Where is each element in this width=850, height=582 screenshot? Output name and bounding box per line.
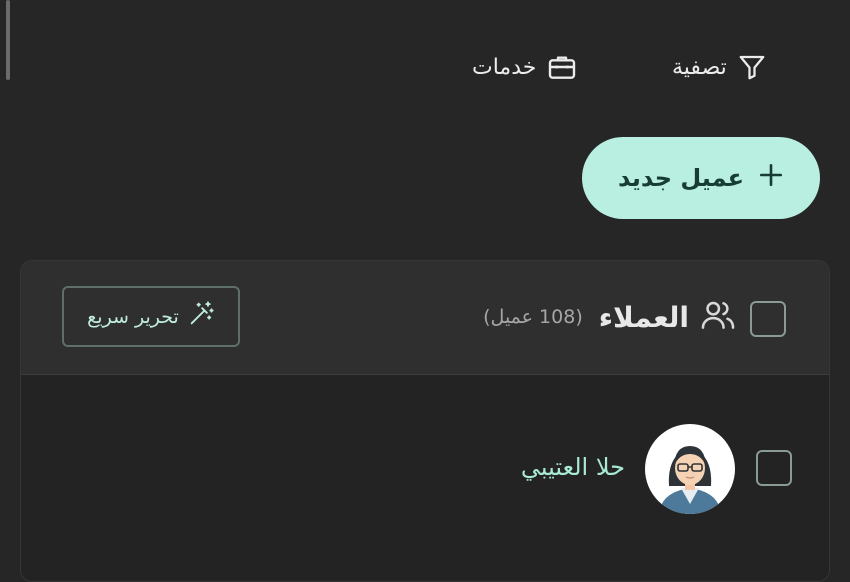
quick-edit-label: تحرير سريع bbox=[87, 305, 179, 328]
select-all-checkbox[interactable] bbox=[750, 301, 786, 337]
services-label: خدمات bbox=[472, 54, 537, 80]
quick-edit-button[interactable]: تحرير سريع bbox=[62, 286, 240, 347]
filter-label: تصفية bbox=[672, 54, 727, 80]
clients-count: (108 عميل) bbox=[483, 306, 583, 328]
clients-title: العملاء (108 عميل) bbox=[483, 297, 737, 337]
scrollbar[interactable] bbox=[6, 0, 10, 80]
briefcase-icon bbox=[546, 51, 578, 83]
magic-wand-icon bbox=[187, 300, 215, 333]
row-checkbox[interactable] bbox=[756, 450, 792, 486]
avatar bbox=[645, 424, 735, 514]
plus-icon bbox=[758, 162, 784, 194]
users-icon bbox=[699, 296, 737, 338]
clients-list: حلا العتيبي bbox=[21, 375, 829, 581]
filter-icon bbox=[737, 52, 767, 82]
list-item[interactable]: حلا العتيبي bbox=[21, 375, 829, 581]
new-client-label: عميل جديد bbox=[617, 164, 745, 192]
client-name[interactable]: حلا العتيبي bbox=[521, 453, 625, 481]
new-client-button[interactable]: عميل جديد bbox=[582, 137, 820, 219]
clients-title-text: العملاء bbox=[598, 300, 689, 334]
filter-button[interactable]: تصفية bbox=[672, 50, 767, 84]
clients-card-header: العملاء (108 عميل) تحرير سريع bbox=[21, 261, 829, 375]
clients-card: العملاء (108 عميل) تحرير سريع حلا العتيب… bbox=[20, 260, 830, 582]
services-button[interactable]: خدمات bbox=[472, 50, 578, 84]
